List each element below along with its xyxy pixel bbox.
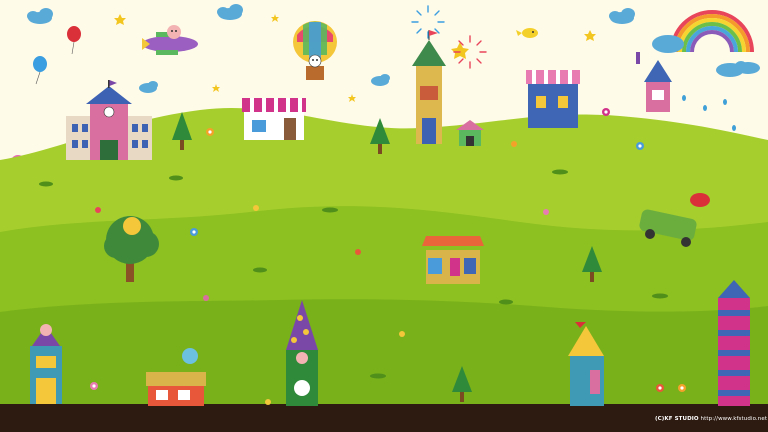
flower-icon	[253, 205, 259, 211]
shop-building	[526, 70, 580, 128]
flower-icon	[95, 207, 101, 213]
scene-canvas	[0, 0, 768, 432]
credit-studio: (C)KF STUDIO	[655, 416, 699, 422]
flower-icon	[265, 399, 271, 405]
village-scene	[0, 0, 768, 432]
house-building	[422, 236, 484, 284]
copyright-credit: (C)KF STUDIO http://www.kfstudio.net	[655, 416, 767, 422]
shop-building	[242, 98, 306, 140]
ground-strip	[0, 404, 768, 432]
flower-icon	[543, 209, 549, 215]
flower-icon	[656, 384, 664, 392]
flower-icon	[678, 384, 686, 392]
flower-icon	[636, 142, 644, 150]
flower-icon	[399, 331, 405, 337]
flower-icon	[511, 141, 517, 147]
flower-icon	[90, 382, 98, 390]
flower-icon	[602, 108, 610, 116]
flower-icon	[190, 228, 198, 236]
front-tower-right	[718, 280, 750, 406]
flower-icon	[203, 295, 209, 301]
flower-icon	[355, 249, 361, 255]
credit-url: http://www.kfstudio.net	[700, 416, 768, 422]
flower-icon	[206, 128, 214, 136]
